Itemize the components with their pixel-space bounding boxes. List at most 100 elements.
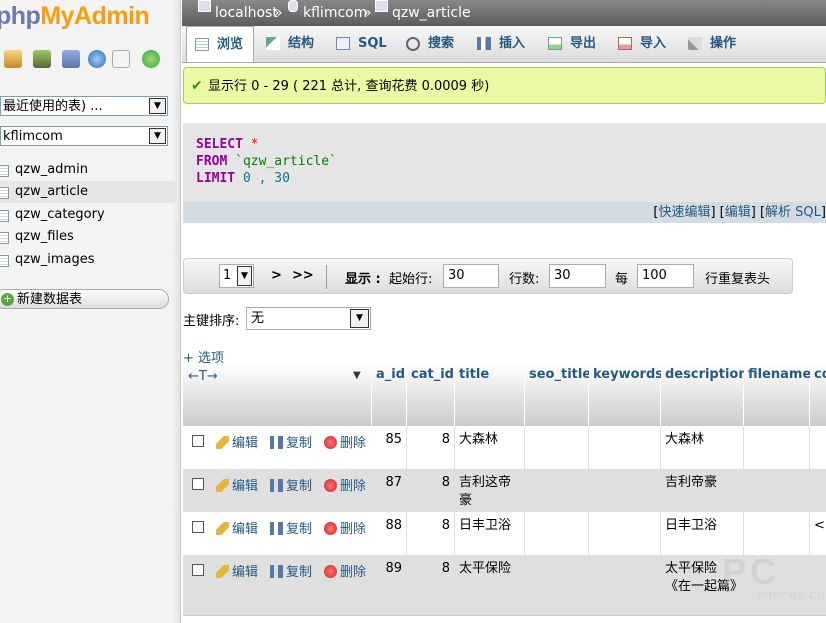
cell-cat-id[interactable]: 8 [407, 426, 455, 469]
table-item-qzw-category[interactable]: qzw_category [0, 204, 176, 226]
edit-query-link[interactable]: 编辑 [725, 205, 751, 220]
tab-insert[interactable]: 插入 [469, 26, 525, 62]
chevron-down-icon[interactable]: ▼ [149, 98, 166, 114]
column-header-a-id[interactable]: a_id [372, 363, 407, 426]
cell-seo-title[interactable] [525, 426, 589, 469]
delete-row-button[interactable]: 删除 [324, 432, 366, 451]
delete-icon [324, 565, 337, 578]
docs-icon[interactable] [112, 50, 130, 68]
reload-icon[interactable] [142, 50, 160, 68]
cell-title[interactable]: 太平保险 [455, 555, 525, 615]
cell-content[interactable]: < [810, 512, 826, 555]
cell-seo-title[interactable] [525, 555, 589, 615]
recent-tables-value: 最近使用的表) ... [3, 99, 103, 114]
copy-row-button[interactable]: 复制 [270, 475, 312, 494]
cell-filename[interactable] [744, 512, 810, 555]
cell-title[interactable]: 大森林 [455, 426, 525, 469]
sort-arrow-icon[interactable]: ▼ [353, 370, 361, 381]
cell-keywords[interactable] [589, 469, 661, 512]
delete-row-button[interactable]: 删除 [324, 518, 366, 537]
breadcrumb-database[interactable]: kflimcom [303, 0, 367, 26]
copy-row-button[interactable]: 复制 [270, 561, 312, 580]
query-window-icon[interactable] [62, 50, 80, 68]
column-header-title[interactable]: title [455, 363, 525, 426]
chevron-down-icon[interactable]: ▼ [237, 266, 252, 286]
tab-label: 浏览 [217, 37, 244, 52]
table-item-qzw-article[interactable]: qzw_article [0, 181, 176, 203]
cell-description[interactable]: 日丰卫浴 [661, 512, 744, 555]
cell-keywords[interactable] [589, 512, 661, 555]
column-header-keywords[interactable]: keywords [589, 363, 663, 426]
tab-structure[interactable]: 结构 [258, 26, 314, 62]
start-row-input[interactable]: 30 [443, 264, 499, 288]
cell-keywords[interactable] [589, 555, 661, 615]
cell-content[interactable] [810, 469, 826, 512]
edit-row-button[interactable]: 编辑 [216, 561, 258, 580]
phpmyadmin-logo[interactable]: phpMyAdmin [0, 2, 150, 31]
logout-icon[interactable] [33, 50, 51, 68]
row-checkbox[interactable] [192, 435, 204, 447]
tab-export[interactable]: 导出 [540, 26, 596, 62]
column-expand-icon[interactable]: ←T→ [188, 369, 218, 384]
column-header-seo-title[interactable]: seo_title [525, 363, 591, 426]
tab-operations[interactable]: 操作 [680, 26, 736, 62]
breadcrumb-table[interactable]: qzw_article [392, 0, 471, 26]
table-item-qzw-admin[interactable]: qzw_admin [0, 159, 176, 181]
sort-by-key-select[interactable]: 无 ▼ [246, 307, 371, 330]
tab-browse[interactable]: 浏览 [186, 26, 254, 62]
new-table-button[interactable]: + 新建数据表 [0, 289, 169, 309]
column-header-co[interactable]: co [810, 363, 826, 426]
cell-keywords[interactable] [589, 426, 661, 469]
cell-filename[interactable] [744, 426, 810, 469]
tab-import[interactable]: 导入 [610, 26, 666, 62]
home-icon[interactable] [4, 50, 22, 68]
row-checkbox[interactable] [192, 564, 204, 576]
cell-seo-title[interactable] [525, 512, 589, 555]
cell-a-id[interactable]: 85 [372, 426, 407, 469]
table-item-qzw-files[interactable]: qzw_files [0, 226, 176, 248]
row-checkbox[interactable] [192, 521, 204, 533]
column-header-filename[interactable]: filename [744, 363, 811, 426]
cell-a-id[interactable]: 89 [372, 555, 407, 615]
chevron-down-icon[interactable]: ▼ [350, 309, 369, 328]
delete-label: 删除 [340, 479, 367, 494]
breadcrumb-server[interactable]: localhost [215, 0, 278, 26]
delete-row-button[interactable]: 删除 [324, 475, 366, 494]
copy-row-button[interactable]: 复制 [270, 432, 312, 451]
edit-row-button[interactable]: 编辑 [216, 475, 258, 494]
column-header-description[interactable]: description [661, 363, 748, 426]
tab-search[interactable]: 搜索 [398, 26, 454, 62]
cell-a-id[interactable]: 88 [372, 512, 407, 555]
explain-sql-link[interactable]: 解析 SQL [765, 205, 821, 220]
cell-filename[interactable] [744, 469, 810, 512]
cell-a-id[interactable]: 87 [372, 469, 407, 512]
table-item-qzw-images[interactable]: qzw_images [0, 249, 176, 271]
last-page-button[interactable]: >> [292, 268, 314, 283]
chevron-down-icon[interactable]: ▼ [149, 128, 166, 144]
row-checkbox[interactable] [192, 478, 204, 490]
cell-cat-id[interactable]: 8 [407, 469, 455, 512]
cell-seo-title[interactable] [525, 469, 589, 512]
cell-title[interactable]: 吉利这帝豪 [455, 469, 525, 512]
database-select[interactable]: kflimcom ▼ [0, 126, 168, 146]
edit-row-button[interactable]: 编辑 [216, 432, 258, 451]
row-count-input[interactable]: 30 [549, 264, 606, 288]
recent-tables-select[interactable]: 最近使用的表) ... ▼ [0, 96, 168, 116]
delete-row-button[interactable]: 删除 [324, 561, 366, 580]
cell-description[interactable]: 大森林 [661, 426, 744, 469]
column-header-cat-id[interactable]: cat_id [407, 363, 455, 426]
cell-content[interactable] [810, 426, 826, 469]
next-page-button[interactable]: > [271, 268, 282, 283]
cell-cat-id[interactable]: 8 [407, 555, 455, 615]
edit-row-button[interactable]: 编辑 [216, 518, 258, 537]
cell-title[interactable]: 日丰卫浴 [455, 512, 525, 555]
quick-edit-link[interactable]: 快速编辑 [658, 205, 710, 220]
repeat-header-input[interactable]: 100 [637, 264, 694, 288]
help-icon[interactable] [88, 50, 106, 68]
cell-cat-id[interactable]: 8 [407, 512, 455, 555]
copy-row-button[interactable]: 复制 [270, 518, 312, 537]
page-select[interactable]: 1 ▼ [219, 264, 254, 288]
tab-sql[interactable]: SQL [328, 26, 387, 62]
cell-description[interactable]: 吉利帝豪 [661, 469, 744, 512]
sql-offset: 0 [242, 171, 251, 186]
